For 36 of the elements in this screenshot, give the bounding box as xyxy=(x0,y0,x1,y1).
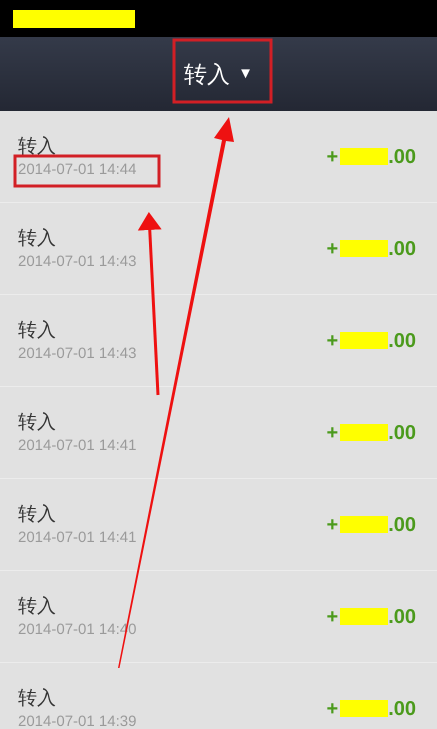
transaction-time: 2014-07-01 14:41 xyxy=(18,528,136,548)
redaction-mark xyxy=(340,516,388,533)
transaction-title: 转入 xyxy=(18,502,57,526)
redaction-mark xyxy=(340,332,388,349)
amount-sign: + xyxy=(326,696,338,722)
amount-decimals: .00 xyxy=(388,236,416,262)
redaction-mark xyxy=(340,700,388,717)
transaction-time: 2014-07-01 14:41 xyxy=(18,436,136,456)
redaction-mark xyxy=(340,148,388,165)
amount-decimals: .00 xyxy=(388,696,416,722)
redaction-mark xyxy=(340,424,388,441)
transaction-title: 转入 xyxy=(18,134,57,158)
transaction-title: 转入 xyxy=(18,318,57,342)
amount-sign: + xyxy=(326,236,338,262)
transaction-time: 2014-07-01 14:43 xyxy=(18,344,136,364)
amount-sign: + xyxy=(326,144,338,170)
amount-sign: + xyxy=(326,328,338,354)
transaction-title: 转入 xyxy=(18,686,57,710)
title-dropdown[interactable]: 转入 ▼ xyxy=(184,56,253,92)
amount-decimals: .00 xyxy=(388,604,416,630)
transaction-title: 转入 xyxy=(18,410,57,434)
amount-sign: + xyxy=(326,512,338,538)
transaction-title: 转入 xyxy=(18,226,57,250)
transaction-time: 2014-07-01 14:43 xyxy=(18,252,136,272)
amount-decimals: .00 xyxy=(388,512,416,538)
transaction-time: 2014-07-01 14:44 xyxy=(18,160,136,180)
amount-decimals: .00 xyxy=(388,328,416,354)
transaction-title: 转入 xyxy=(18,594,57,618)
redaction-mark xyxy=(340,608,388,625)
amount-decimals: .00 xyxy=(388,420,416,446)
redaction-mark xyxy=(340,240,388,257)
amount-sign: + xyxy=(326,420,338,446)
amount-decimals: .00 xyxy=(388,144,416,170)
transaction-time: 2014-07-01 14:39 xyxy=(18,712,136,729)
transaction-row[interactable]: 转入 2014-07-01 14:39 + .00 xyxy=(0,663,437,729)
amount-sign: + xyxy=(326,604,338,630)
